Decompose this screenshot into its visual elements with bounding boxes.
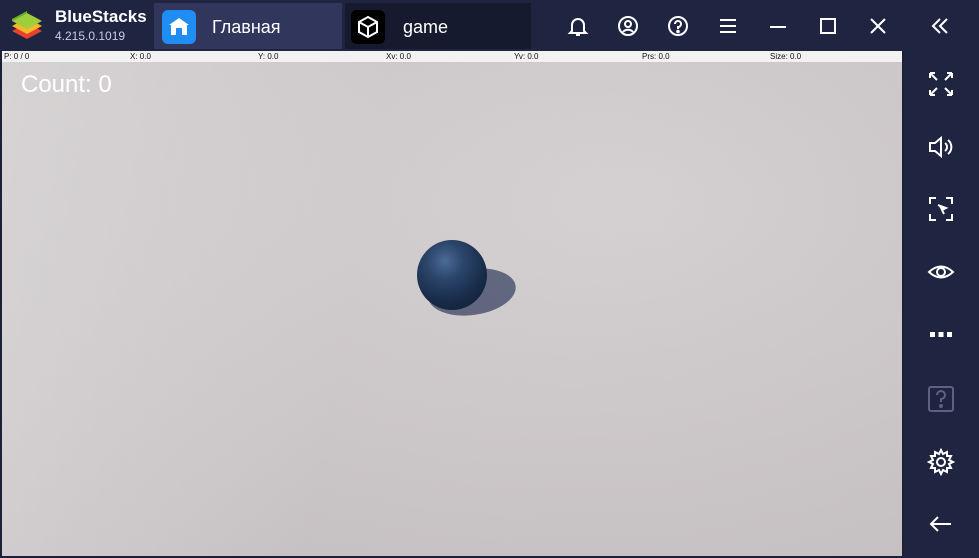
side-toolbar bbox=[904, 51, 979, 558]
app-version: 4.215.0.1019 bbox=[55, 29, 126, 43]
minimize-icon[interactable] bbox=[764, 12, 792, 40]
debug-size: Size: 0.0 bbox=[770, 52, 802, 61]
eye-icon[interactable] bbox=[924, 255, 958, 289]
menu-icon[interactable] bbox=[714, 12, 742, 40]
home-icon bbox=[162, 10, 196, 44]
tab-game-label: game bbox=[403, 17, 449, 37]
debug-y: Y: 0.0 bbox=[258, 52, 279, 61]
back-icon[interactable] bbox=[924, 507, 958, 541]
bell-icon[interactable] bbox=[564, 12, 592, 40]
tab-home-label: Главная bbox=[212, 17, 281, 37]
count-label: Count: 0 bbox=[21, 71, 112, 98]
game-viewport[interactable]: P: 0 / 0 X: 0.0 Y: 0.0 Xv: 0.0 Yv: 0.0 P… bbox=[2, 51, 902, 556]
fullscreen-icon[interactable] bbox=[924, 67, 958, 101]
screenshot-icon[interactable] bbox=[924, 192, 958, 226]
tab-home[interactable]: Главная bbox=[154, 3, 342, 49]
debug-xv: Xv: 0.0 bbox=[386, 52, 411, 61]
debug-prs: Prs: 0.0 bbox=[642, 52, 670, 61]
bluestacks-logo-icon bbox=[8, 9, 46, 43]
title-bar: BlueStacks 4.215.0.1019 Главная game bbox=[0, 0, 979, 51]
volume-icon[interactable] bbox=[924, 130, 958, 164]
ball[interactable] bbox=[417, 240, 487, 310]
collapse-sidebar-icon[interactable] bbox=[926, 12, 954, 40]
debug-bar: P: 0 / 0 X: 0.0 Y: 0.0 Xv: 0.0 Yv: 0.0 P… bbox=[2, 51, 902, 62]
tab-game[interactable]: game bbox=[345, 3, 531, 49]
debug-pointer: P: 0 / 0 bbox=[4, 52, 30, 61]
maximize-icon[interactable] bbox=[814, 12, 842, 40]
close-icon[interactable] bbox=[864, 12, 892, 40]
app-name: BlueStacks bbox=[55, 7, 147, 26]
settings-icon[interactable] bbox=[924, 445, 958, 479]
help-icon[interactable] bbox=[664, 12, 692, 40]
more-icon[interactable] bbox=[924, 317, 958, 351]
debug-yv: Yv: 0.0 bbox=[514, 52, 539, 61]
debug-x: X: 0.0 bbox=[130, 52, 151, 61]
account-icon[interactable] bbox=[614, 12, 642, 40]
unity-icon bbox=[351, 10, 385, 44]
sidebar-help-icon[interactable] bbox=[924, 382, 958, 416]
